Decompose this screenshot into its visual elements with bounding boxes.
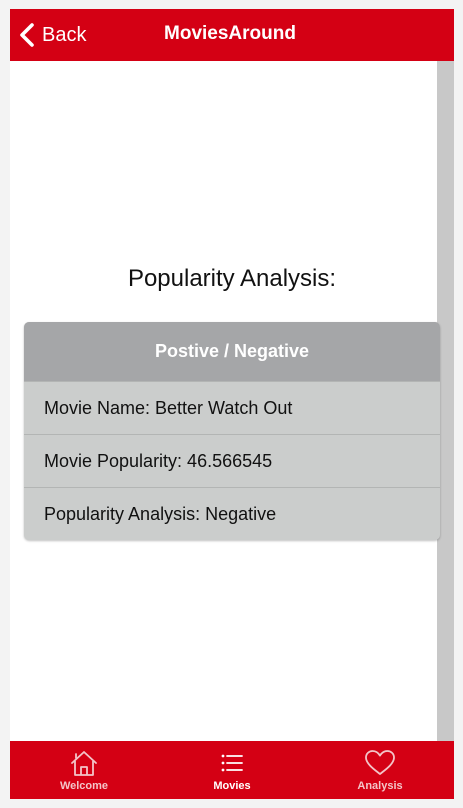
tab-movies-label: Movies [213,780,251,792]
tab-welcome-label: Welcome [59,780,109,792]
card-header: Postive / Negative [24,322,440,381]
popularity-analysis-row: Popularity Analysis: Negative [24,487,440,540]
tab-movies[interactable]: Movies [158,741,306,799]
movie-name-row: Movie Name: Better Watch Out [24,381,440,434]
tab-analysis[interactable]: Analysis [306,741,454,799]
page-title: MoviesAround [164,23,296,44]
app-screen: Back MoviesAround Popularity Analysis: P… [10,9,454,799]
analysis-card: Postive / Negative Movie Name: Better Wa… [24,322,440,540]
list-icon [217,749,247,777]
home-icon [69,749,99,777]
content-area: Popularity Analysis: Postive / Negative … [10,61,454,741]
tab-welcome[interactable]: Welcome [10,741,158,799]
movie-popularity-row: Movie Popularity: 46.566545 [24,434,440,487]
nav-bar: Back MoviesAround [10,9,454,61]
section-title: Popularity Analysis: [127,265,337,292]
tab-bar: Welcome Movies Analysis [10,741,454,799]
heart-icon [363,749,397,777]
tab-analysis-label: Analysis [357,780,403,792]
